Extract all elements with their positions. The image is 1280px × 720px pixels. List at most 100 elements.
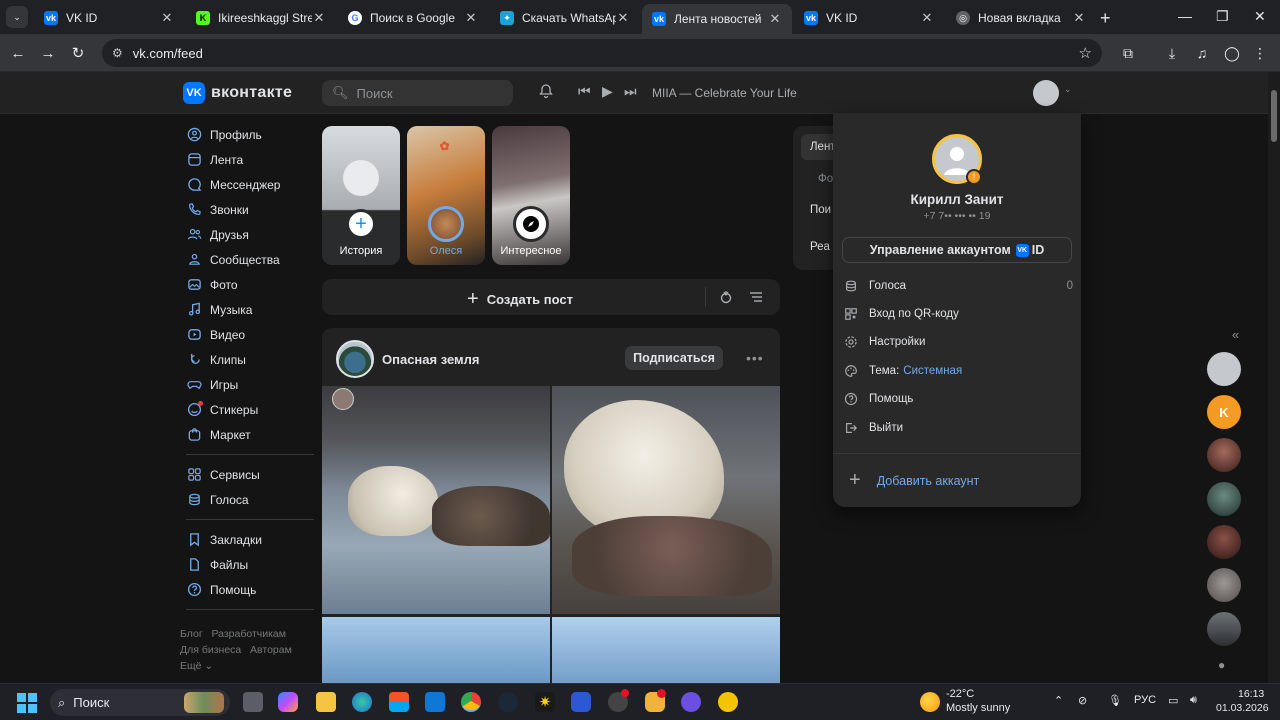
- live-stream-icon[interactable]: [718, 289, 734, 305]
- footer-link-blog[interactable]: Блог: [180, 628, 203, 640]
- sidebar-item-music[interactable]: Музыка: [180, 297, 320, 322]
- download-icon[interactable]: ⤓: [1162, 43, 1182, 63]
- play-icon[interactable]: ▶: [602, 83, 613, 100]
- new-tab-button[interactable]: +: [1100, 8, 1111, 29]
- sidebar-item-files[interactable]: Файлы: [180, 552, 320, 577]
- next-track-icon[interactable]: ⏭: [624, 83, 637, 100]
- close-icon[interactable]: ✕: [768, 11, 782, 27]
- post-photo-2[interactable]: [552, 386, 780, 614]
- post-author-name[interactable]: Опасная земля: [382, 352, 480, 367]
- create-post-button[interactable]: + Создать пост: [467, 288, 573, 311]
- sidebar-item-photos[interactable]: Фото: [180, 272, 320, 297]
- browser-tab-1[interactable]: vk VK ID ✕: [34, 4, 184, 32]
- contact-avatar-6[interactable]: [1207, 568, 1241, 602]
- manage-account-button[interactable]: Управление аккаунтом VK ID: [842, 237, 1072, 263]
- collapse-double-chevron-icon[interactable]: «: [1232, 327, 1239, 342]
- language-indicator[interactable]: РУС: [1134, 694, 1156, 706]
- footer-link-business[interactable]: Для бизнеса: [180, 644, 241, 656]
- ms-store-icon[interactable]: [389, 692, 409, 712]
- vk-logo[interactable]: VK вконтакте: [183, 82, 292, 104]
- clock-time[interactable]: 16:13: [1238, 688, 1264, 700]
- browser-tab-2[interactable]: K Ikireeshkaggl Stream ✕: [186, 4, 336, 32]
- restore-icon[interactable]: ❐: [1216, 8, 1229, 25]
- sidebar-item-video[interactable]: Видео: [180, 322, 320, 347]
- footer-link-authors[interactable]: Авторам: [250, 644, 292, 656]
- sidebar-item-help[interactable]: Помощь: [180, 577, 320, 602]
- close-icon[interactable]: ✕: [160, 10, 174, 26]
- profile-icon[interactable]: ◯: [1222, 43, 1242, 63]
- story-interesting[interactable]: Интересное: [492, 126, 570, 265]
- scrollbar-thumb[interactable]: [1271, 90, 1277, 142]
- browser-tab-3[interactable]: G Поиск в Google ✕: [338, 4, 488, 32]
- sidebar-item-bookmarks[interactable]: Закладки: [180, 527, 320, 552]
- menu-item-logout[interactable]: Выйти: [843, 417, 1073, 439]
- chat-bubble-icon[interactable]: ●: [1218, 658, 1225, 672]
- contact-avatar-1[interactable]: [1207, 352, 1241, 386]
- site-info-icon[interactable]: ⚙: [112, 46, 123, 60]
- post-photo-1[interactable]: [322, 386, 550, 614]
- menu-item-votes[interactable]: Голоса 0: [843, 275, 1073, 297]
- story-olesya[interactable]: ✿ Олеся: [407, 126, 485, 265]
- app-purple-icon[interactable]: [681, 692, 701, 712]
- copilot-icon[interactable]: [278, 692, 298, 712]
- add-story-icon[interactable]: +: [346, 209, 376, 239]
- story-create[interactable]: + История: [322, 126, 400, 265]
- volume-icon[interactable]: 🔊︎: [1190, 694, 1197, 707]
- header-avatar[interactable]: [1033, 80, 1059, 106]
- close-icon[interactable]: ✕: [920, 10, 934, 26]
- app-star-icon[interactable]: ✷: [535, 692, 555, 712]
- now-playing-title[interactable]: MIIA — Celebrate Your Life: [652, 86, 797, 100]
- sidebar-item-votes[interactable]: Голоса: [180, 487, 320, 512]
- post-photo-3[interactable]: [322, 617, 550, 688]
- contact-avatar-3[interactable]: [1207, 438, 1241, 472]
- chevron-down-icon[interactable]: ⌄: [1064, 84, 1072, 95]
- file-explorer-icon[interactable]: [316, 692, 336, 712]
- sidebar-item-clips[interactable]: Клипы: [180, 347, 320, 372]
- sidebar-item-communities[interactable]: Сообщества: [180, 247, 320, 272]
- footer-link-more[interactable]: Ещё ⌄: [180, 660, 213, 672]
- minimize-icon[interactable]: —: [1178, 8, 1192, 24]
- microphone-icon[interactable]: 🎙︎: [1108, 694, 1122, 707]
- windows-start-icon[interactable]: [17, 693, 37, 713]
- menu-item-theme[interactable]: Тема: Системная: [843, 360, 1073, 382]
- steam-icon[interactable]: [498, 692, 518, 712]
- outlook-icon[interactable]: [425, 692, 445, 712]
- forward-arrow-icon[interactable]: →: [38, 43, 58, 63]
- post-author-avatar[interactable]: [336, 340, 374, 378]
- chrome-icon[interactable]: [461, 692, 481, 712]
- contact-avatar-7[interactable]: [1207, 612, 1241, 646]
- clock-date[interactable]: 01.03.2026: [1216, 702, 1269, 714]
- close-icon[interactable]: ✕: [464, 10, 478, 26]
- sidebar-item-calls[interactable]: Звонки: [180, 197, 320, 222]
- filter-item-search[interactable]: Пои: [810, 204, 831, 216]
- sidebar-item-profile[interactable]: Профиль: [180, 122, 320, 147]
- post-photo-4[interactable]: [552, 617, 780, 688]
- weather-temp[interactable]: -22°C: [946, 688, 974, 700]
- menu-item-settings[interactable]: Настройки: [843, 331, 1073, 353]
- sidebar-item-stickers[interactable]: Стикеры: [180, 397, 320, 422]
- subscribe-button[interactable]: Подписаться: [625, 346, 723, 370]
- page-scrollbar[interactable]: [1268, 72, 1280, 684]
- app-blue-icon[interactable]: [571, 692, 591, 712]
- weather-icon[interactable]: [920, 692, 940, 712]
- sidebar-item-market[interactable]: Маркет: [180, 422, 320, 447]
- weather-text[interactable]: Mostly sunny: [946, 702, 1010, 714]
- app-lens-icon[interactable]: [718, 692, 738, 712]
- window-close-icon[interactable]: ✕: [1254, 8, 1266, 25]
- menu-item-help[interactable]: Помощь: [843, 388, 1073, 410]
- close-icon[interactable]: ✕: [1072, 10, 1086, 26]
- bell-icon[interactable]: [538, 83, 554, 99]
- filter-item-reactions[interactable]: Реа: [810, 241, 830, 253]
- contact-avatar-5[interactable]: [1207, 525, 1241, 559]
- filter-item-photos[interactable]: Фо: [818, 173, 833, 185]
- browser-tab-4[interactable]: ✦ Скачать WhatsApp M ✕: [490, 4, 640, 32]
- tab-search-button[interactable]: ⌄: [6, 6, 28, 28]
- vk-search-input[interactable]: 🔍︎ Поиск: [322, 80, 513, 106]
- contact-avatar-2[interactable]: K: [1207, 395, 1241, 429]
- sidebar-item-messenger[interactable]: Мессенджер: [180, 172, 320, 197]
- contact-avatar-4[interactable]: [1207, 482, 1241, 516]
- address-bar[interactable]: ⚙ vk.com/feed ☆: [102, 39, 1102, 67]
- footer-link-developers[interactable]: Разработчикам: [211, 628, 286, 640]
- previous-track-icon[interactable]: ⏮: [578, 83, 591, 100]
- sidebar-item-feed[interactable]: Лента: [180, 147, 320, 172]
